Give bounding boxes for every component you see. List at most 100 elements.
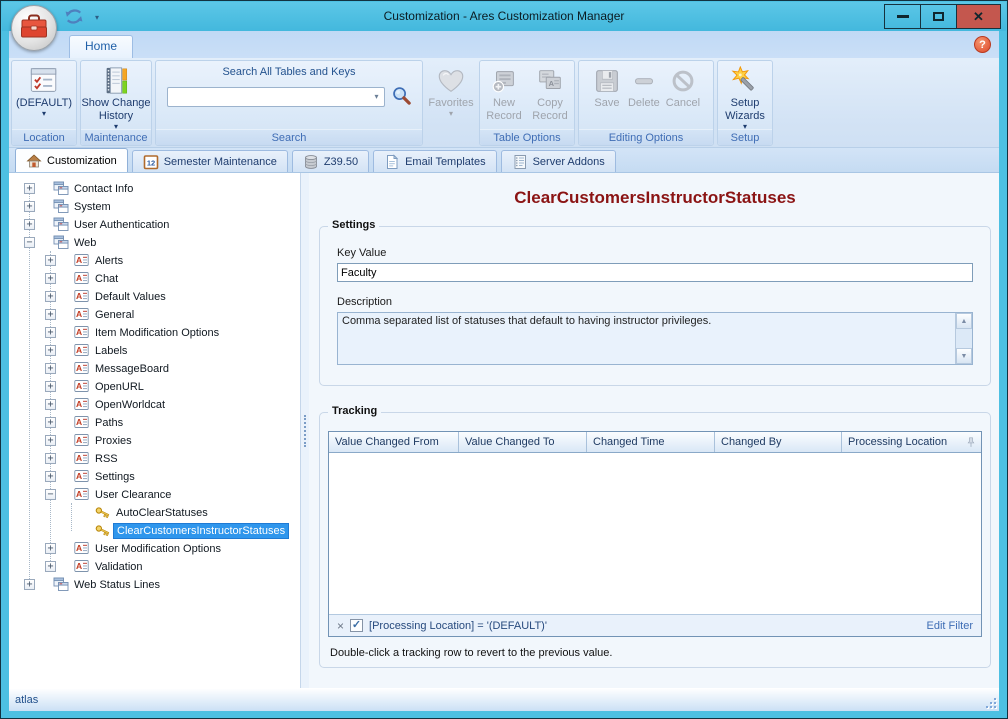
expand-toggle[interactable]: +	[45, 255, 56, 266]
column-header[interactable]: Changed Time	[587, 432, 715, 452]
tree-item[interactable]: +ARSS	[9, 450, 300, 468]
cancel-button[interactable]: Cancel	[666, 61, 700, 110]
filter-checkbox[interactable]: ✓	[350, 619, 363, 632]
column-header[interactable]: Changed By	[715, 432, 842, 452]
remove-filter-icon[interactable]: ×	[337, 620, 344, 632]
expand-toggle[interactable]: +	[45, 399, 56, 410]
tree-item-label[interactable]: Validation	[92, 560, 146, 574]
edit-filter-link[interactable]: Edit Filter	[927, 620, 973, 632]
tree-item[interactable]: +APaths	[9, 414, 300, 432]
search-dropdown-icon[interactable]: ▾	[369, 93, 383, 101]
tree-item[interactable]: + Contact Info	[9, 180, 300, 198]
tree-item[interactable]: +AOpenWorldcat	[9, 396, 300, 414]
grid-body[interactable]	[329, 453, 981, 614]
tree-item-label[interactable]: AutoClearStatuses	[113, 506, 211, 520]
tree-item[interactable]: +AValidation	[9, 558, 300, 576]
expand-toggle[interactable]: +	[45, 561, 56, 572]
tree-item-label[interactable]: Proxies	[92, 434, 135, 448]
tree-item-label[interactable]: Chat	[92, 272, 121, 286]
tree-item-label[interactable]: ClearCustomersInstructorStatuses	[113, 523, 289, 539]
tab-customization[interactable]: Customization	[15, 148, 128, 172]
maximize-button[interactable]	[920, 4, 957, 29]
tree-item-label[interactable]: System	[71, 200, 114, 214]
close-button[interactable]: ✕	[956, 4, 1001, 29]
expand-toggle[interactable]: +	[45, 291, 56, 302]
key-value-input[interactable]	[337, 263, 973, 282]
expand-toggle[interactable]: +	[24, 201, 35, 212]
tree-item[interactable]: +AProxies	[9, 432, 300, 450]
resize-grip-icon[interactable]	[984, 696, 996, 708]
expand-toggle[interactable]: +	[45, 417, 56, 428]
tree-item-label[interactable]: Settings	[92, 470, 138, 484]
collapse-toggle[interactable]: −	[24, 237, 35, 248]
tree-item[interactable]: +AChat	[9, 270, 300, 288]
minimize-button[interactable]	[884, 4, 921, 29]
tree-item-label[interactable]: MessageBoard	[92, 362, 172, 376]
tree-item[interactable]: +AMessageBoard	[9, 360, 300, 378]
tree-item-label[interactable]: Item Modification Options	[92, 326, 222, 340]
expand-toggle[interactable]: +	[45, 327, 56, 338]
tree-item-label[interactable]: General	[92, 308, 137, 322]
setup-wizards-button[interactable]: Setup Wizards ▾	[721, 61, 769, 131]
tree-item-label[interactable]: User Authentication	[71, 218, 172, 232]
expand-toggle[interactable]: +	[45, 273, 56, 284]
tree-item[interactable]: ClearCustomersInstructorStatuses	[9, 522, 300, 540]
help-button[interactable]: ?	[974, 36, 991, 53]
new-record-button[interactable]: New Record	[483, 61, 525, 123]
tree-item[interactable]: +ALabels	[9, 342, 300, 360]
quick-access-dropdown-icon[interactable]: ▾	[95, 14, 99, 22]
tree-item[interactable]: − Web	[9, 234, 300, 252]
description-box[interactable]: Comma separated list of statuses that de…	[337, 312, 973, 365]
column-header[interactable]: Value Changed From	[329, 432, 459, 452]
search-input[interactable]	[168, 89, 370, 105]
tree-item[interactable]: + System	[9, 198, 300, 216]
tab-server-addons[interactable]: Server Addons	[501, 150, 616, 172]
tree-item[interactable]: −AUser Clearance	[9, 486, 300, 504]
tree-item-label[interactable]: Contact Info	[71, 182, 136, 196]
panel-splitter[interactable]	[301, 173, 309, 688]
tree-item-label[interactable]: Labels	[92, 344, 130, 358]
favorites-button[interactable]: Favorites ▾	[428, 61, 473, 118]
expand-toggle[interactable]: +	[24, 219, 35, 230]
tree-item-label[interactable]: User Clearance	[92, 488, 174, 502]
save-button[interactable]: Save	[592, 61, 622, 110]
tree-item[interactable]: +AAlerts	[9, 252, 300, 270]
tree-item[interactable]: + User Authentication	[9, 216, 300, 234]
expand-toggle[interactable]: +	[45, 453, 56, 464]
tree-item[interactable]: +AItem Modification Options	[9, 324, 300, 342]
tree-item-label[interactable]: Alerts	[92, 254, 126, 268]
tree-item[interactable]: +ADefault Values	[9, 288, 300, 306]
expand-toggle[interactable]: +	[45, 309, 56, 320]
column-header[interactable]: Processing Location	[842, 432, 981, 452]
scroll-up-icon[interactable]: ▲	[956, 313, 972, 329]
collapse-toggle[interactable]: −	[45, 489, 56, 500]
column-header[interactable]: Value Changed To	[459, 432, 587, 452]
search-icon[interactable]	[391, 85, 412, 109]
title-bar[interactable]: Customization - Ares Customization Manag…	[2, 2, 1006, 31]
search-combobox[interactable]: ▾	[167, 87, 385, 107]
tree-item-label[interactable]: Paths	[92, 416, 126, 430]
tree-item[interactable]: AutoClearStatuses	[9, 504, 300, 522]
tree-item-label[interactable]: OpenURL	[92, 380, 147, 394]
scroll-down-icon[interactable]: ▼	[956, 348, 972, 364]
tree-item-label[interactable]: OpenWorldcat	[92, 398, 168, 412]
tree-item[interactable]: +AUser Modification Options	[9, 540, 300, 558]
description-scrollbar[interactable]: ▲ ▼	[955, 313, 972, 364]
tree-item[interactable]: +AGeneral	[9, 306, 300, 324]
tree-item-label[interactable]: Default Values	[92, 290, 169, 304]
tree-item-label[interactable]: Web	[71, 236, 99, 250]
tree-item[interactable]: +Web Status Lines	[9, 576, 300, 594]
expand-toggle[interactable]: +	[24, 579, 35, 590]
expand-toggle[interactable]: +	[24, 183, 35, 194]
tree-item-label[interactable]: User Modification Options	[92, 542, 224, 556]
location-default-button[interactable]: (DEFAULT) ▾	[16, 61, 72, 118]
tab-semester-maintenance[interactable]: 12Semester Maintenance	[132, 150, 288, 172]
delete-button[interactable]: Delete	[628, 61, 660, 110]
expand-toggle[interactable]: +	[45, 381, 56, 392]
tree-item-label[interactable]: RSS	[92, 452, 121, 466]
expand-toggle[interactable]: +	[45, 435, 56, 446]
application-button[interactable]	[11, 5, 57, 51]
expand-toggle[interactable]: +	[45, 345, 56, 356]
tab-email-templates[interactable]: Email Templates	[373, 150, 497, 172]
ribbon-tab-home[interactable]: Home	[69, 35, 133, 58]
